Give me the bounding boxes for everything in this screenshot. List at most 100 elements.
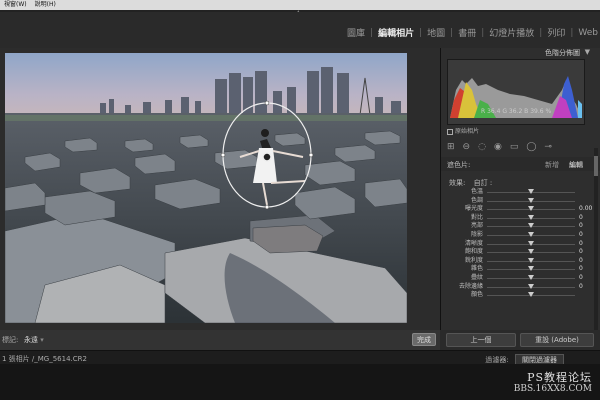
adjustment-row: 疊紋 0 [449,274,589,283]
module-develop[interactable]: 編輯相片 [378,26,414,39]
graduated-filter-icon[interactable]: ▭ [510,142,519,152]
slider-thumb[interactable] [528,283,534,289]
histogram-title[interactable]: 色階分佈圖 [545,48,580,58]
redeye-icon[interactable]: ◉ [494,142,502,152]
adjustment-value[interactable]: 0 [579,274,583,283]
adjustment-row: 顏色 [449,291,589,300]
slider-thumb[interactable] [528,214,534,220]
slider-thumb[interactable] [528,223,534,229]
adjustment-row: 亮部 0 [449,222,589,231]
adjustment-row: 去除邊緣 0 [449,283,589,292]
slider-thumb[interactable] [528,197,534,203]
photo-image[interactable] [5,53,407,323]
adjustment-brush-icon[interactable]: ⊸ [544,142,552,152]
filmstrip-bar: 1 張相片 /_MG_5614.CR2 過濾器: 關閉過濾器 [0,350,600,366]
adjustment-label: 亮部 [470,222,483,230]
reset-button[interactable]: 重設 (Adobe) [520,333,594,347]
adjustment-label: 顏色 [470,291,483,299]
adjustment-value[interactable]: 0 [579,222,583,231]
watermark-line2: BBS.16XX8.COM [513,384,592,394]
histogram [447,59,585,125]
module-slideshow[interactable]: 幻燈片播放 [489,26,534,39]
module-picker: 圖庫 | 編輯相片 | 地圖 | 書冊 | 幻燈片播放 | 列印 | Web [347,26,598,40]
photo-canvas [0,48,440,330]
adjustment-label: 清晰度 [464,239,483,247]
slider-thumb[interactable] [528,231,534,237]
slider-thumb[interactable] [528,240,534,246]
scroll-thumb[interactable] [594,156,598,176]
crop-icon[interactable]: ⊖ [463,142,471,152]
adjustment-row: 雜色 0 [449,265,589,274]
grid-overlay-icon[interactable]: ⊞ [447,142,455,152]
adjustment-value[interactable]: 0 [579,265,583,274]
develop-toolbar: 標記: 永遠 完成 [0,330,440,350]
effect-preset-select[interactable]: 自訂 : [474,179,493,187]
effect-label: 效果: [449,179,466,187]
mask-row: 遮色片: 新增 編輯 [441,157,600,171]
slider-thumb[interactable] [528,189,534,194]
filter-label: 過濾器: [485,356,509,364]
adjustment-value[interactable]: 0 [579,248,583,257]
menu-help[interactable]: 說明(H) [35,0,56,10]
slider-thumb[interactable] [528,274,534,280]
watermark-line1: PS教程论坛 [527,371,592,384]
radial-filter-icon[interactable]: ◯ [526,142,536,152]
adjustment-label: 飽和度 [464,248,483,256]
adjustment-value[interactable]: 0 [579,283,583,292]
mask-label: 遮色片: [447,161,471,169]
menu-window[interactable]: 視窗(W) [4,0,27,10]
adjustment-label: 曝光度 [464,205,483,213]
module-bar: 圖庫 | 編輯相片 | 地圖 | 書冊 | 幻燈片播放 | 列印 | Web [0,12,600,48]
done-button[interactable]: 完成 [412,333,436,346]
filmstrip-info[interactable]: 1 張相片 /_MG_5614.CR2 [2,354,87,364]
adjustment-label: 色調 [470,196,483,204]
adjustment-value[interactable]: 0 [579,257,583,266]
rgb-readout: R 36.4 G 36.2 B 39.6 % [481,108,552,115]
panel-scrollbar[interactable] [594,148,598,343]
previous-button[interactable]: 上一個 [446,333,516,347]
slider-thumb[interactable] [528,266,534,272]
module-web[interactable]: Web [578,28,598,38]
spot-removal-icon[interactable]: ◌ [478,142,486,152]
lightroom-window: 視窗(W) 說明(H) ▲ 圖庫| 編輯相片| 地圖| 書冊| 幻燈片播放| 列… [0,0,600,400]
original-photo-checkbox[interactable]: 原始相片 [447,126,479,135]
original-photo-label: 原始相片 [455,128,480,135]
adjustment-label: 雜色 [470,265,483,273]
adjustment-row: 對比 0 [449,214,589,223]
adjustment-value[interactable]: 0 [579,240,583,249]
checkbox-icon[interactable] [447,128,453,135]
tool-strip: ⊞ ⊖ ◌ ◉ ▭ ◯ ⊸ [447,140,597,154]
module-library[interactable]: 圖庫 [347,26,365,39]
slider-thumb[interactable] [528,249,534,255]
adjustment-value[interactable]: 0 [579,231,583,240]
adjustment-label: 疊紋 [470,273,483,281]
effect-row: 效果: 自訂 : [449,178,492,188]
mask-overlay-select[interactable]: 永遠 [24,335,44,345]
slider-thumb[interactable] [528,257,534,263]
slider-thumb[interactable] [528,206,534,212]
adjustment-label: 去除邊緣 [458,282,483,290]
adjustment-label: 色溫 [470,188,483,195]
adjustment-value[interactable]: 0.00 [579,205,592,214]
adjustment-row: 銳利度 0 [449,257,589,266]
adjustment-row: 色調 [449,197,589,206]
mask-edit[interactable]: 編輯 [569,160,583,170]
module-book[interactable]: 書冊 [458,26,476,39]
slider-thumb[interactable] [528,292,534,298]
adjustment-row: 色溫 [449,188,589,197]
adjustment-row: 清晰度 0 [449,240,589,249]
collapse-triangle-icon[interactable]: ▼ [585,48,590,56]
adjustment-row: 飽和度 0 [449,248,589,257]
filmstrip-area [0,364,600,400]
right-panel: 色階分佈圖 ▼ R 36.4 G 36.2 B 39.6 % 原始相片 ⊞ ⊖ … [440,48,600,350]
panel-bottom-buttons: 上一個 重設 (Adobe) [440,330,600,350]
module-map[interactable]: 地圖 [427,26,445,39]
adjustment-row: 陰影 0 [449,231,589,240]
adjustment-row: 曝光度 0.00 [449,205,592,214]
mask-new[interactable]: 新增 [545,160,559,170]
mask-overlay-label: 標記: [2,336,19,344]
module-print[interactable]: 列印 [547,26,565,39]
adjustment-label: 陰影 [470,230,483,238]
adjustment-value[interactable]: 0 [579,214,583,223]
adjustment-sliders: 色溫 色調 曝光度 0.00 對比 0 亮部 0 陰影 0 清晰度 0 飽和度 0 銳利度 0 雜色 0 疊紋 0 去除… [449,188,592,300]
